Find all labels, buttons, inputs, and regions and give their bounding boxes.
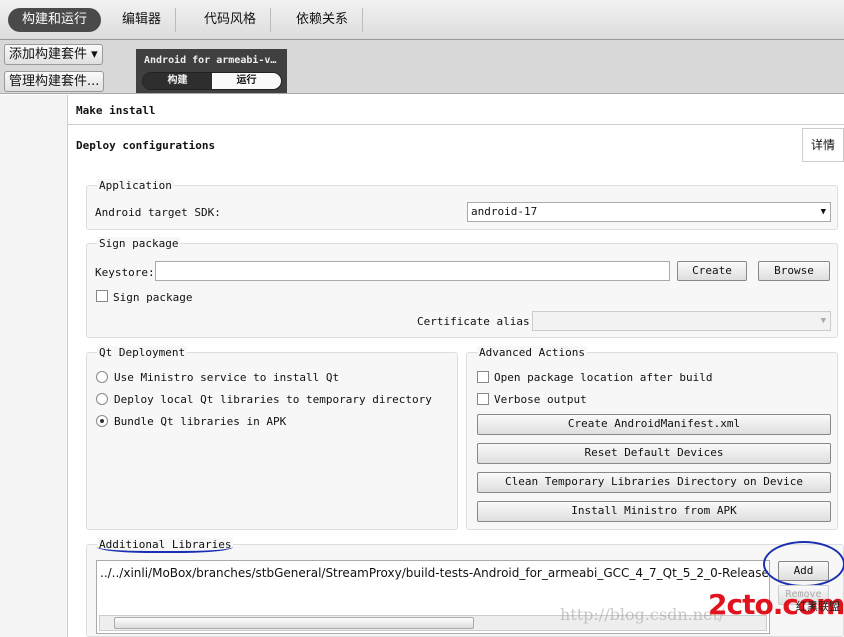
install-ministro-button[interactable]: Install Ministro from APK [477, 501, 831, 522]
left-pane [0, 95, 68, 637]
make-install-heading: Make install [76, 104, 156, 117]
kit-name: Android for armeabi-v… [144, 55, 277, 66]
group-title: Application [97, 179, 174, 192]
certificate-alias-select[interactable]: ▼ [532, 311, 831, 331]
kit-build-tab[interactable]: 构建 [143, 73, 212, 89]
browse-keystore-button[interactable]: Browse [758, 261, 830, 281]
advanced-actions-group: Advanced Actions Open package location a… [466, 346, 838, 530]
annotation-circle [763, 541, 844, 587]
sign-package-label: Sign package [113, 291, 193, 304]
qt-deployment-group: Qt Deployment Use Ministro service to in… [86, 346, 458, 530]
sign-package-group: Sign package Keystore: Create Browse Sig… [86, 237, 838, 338]
library-item[interactable]: ../../xinli/MoBox/branches/stbGeneral/St… [97, 561, 769, 585]
watermark-sub: 红黑联盟 [796, 600, 840, 613]
tab-editor[interactable]: 编辑器 [108, 8, 177, 32]
kit-run-tab[interactable]: 运行 [212, 73, 281, 89]
open-location-label: Open package location after build [494, 371, 713, 384]
sdk-select[interactable]: android-17 ▼ [467, 202, 831, 222]
radio-label: Use Ministro service to install Qt [114, 371, 340, 384]
radio-label: Bundle Qt libraries in APK [114, 415, 287, 428]
create-manifest-button[interactable]: Create AndroidManifest.xml [477, 414, 831, 435]
application-group: Application Android target SDK: android-… [86, 179, 838, 230]
keystore-label: Keystore: [95, 266, 155, 279]
alias-label: Certificate alias: [417, 315, 537, 328]
deploy-heading: Deploy configurations [76, 139, 216, 152]
radio-deploy-local[interactable] [96, 393, 108, 405]
scrollbar-thumb[interactable] [114, 617, 474, 629]
manage-kits-button[interactable]: 管理构建套件... [4, 71, 105, 92]
group-title: Advanced Actions [477, 346, 587, 359]
radio-label: Deploy local Qt libraries to temporary d… [114, 393, 432, 406]
kit-bar: 添加构建套件 ▾ 管理构建套件... [0, 40, 844, 94]
group-title: Additional Libraries [97, 538, 234, 553]
watermark-url: http://blog.csdn.net/ [560, 605, 725, 624]
sdk-label: Android target SDK: [95, 206, 221, 219]
keystore-input[interactable] [155, 261, 670, 281]
add-kit-button[interactable]: 添加构建套件 ▾ [4, 44, 103, 65]
verbose-label: Verbose output [494, 393, 587, 406]
create-keystore-button[interactable]: Create [677, 261, 747, 281]
tab-build-run[interactable]: 构建和运行 [8, 8, 102, 32]
group-title: Sign package [97, 237, 181, 250]
tab-dependencies[interactable]: 依赖关系 [282, 8, 364, 32]
verbose-checkbox[interactable] [477, 393, 489, 405]
open-location-checkbox[interactable] [477, 371, 489, 383]
top-tab-bar: 构建和运行 编辑器 代码风格 依赖关系 [0, 0, 844, 40]
sign-package-checkbox[interactable] [96, 290, 108, 302]
clean-temp-libs-button[interactable]: Clean Temporary Libraries Directory on D… [477, 472, 831, 493]
kit-selector: Android for armeabi-v… 构建 运行 [136, 49, 287, 93]
details-button[interactable]: 详情 [802, 128, 844, 162]
group-title: Qt Deployment [97, 346, 188, 359]
tab-code-style[interactable]: 代码风格 [190, 8, 272, 32]
radio-ministro[interactable] [96, 371, 108, 383]
radio-bundle[interactable] [96, 415, 108, 427]
reset-devices-button[interactable]: Reset Default Devices [477, 443, 831, 464]
